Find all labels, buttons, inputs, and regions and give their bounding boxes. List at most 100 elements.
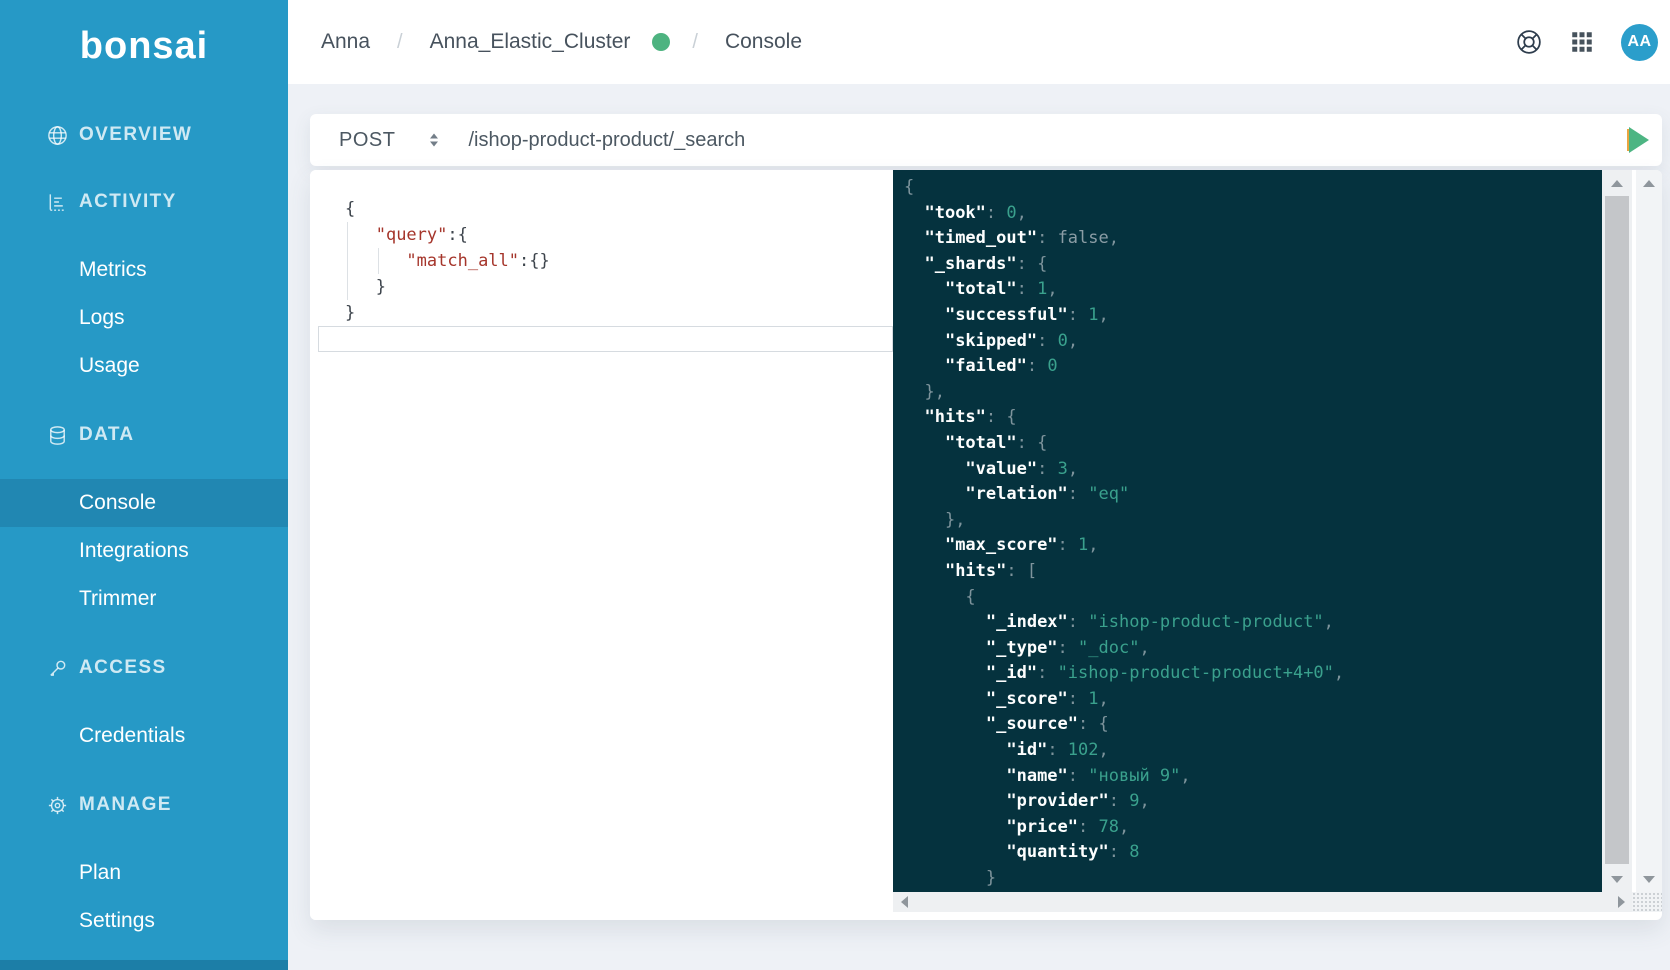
sidebar: bonsai OVERVIEW ACTIVITY MetricsLogsUsage D… bbox=[0, 0, 288, 970]
run-button[interactable] bbox=[1627, 127, 1649, 153]
scroll-left-icon[interactable] bbox=[893, 892, 915, 912]
activity-icon bbox=[45, 190, 69, 214]
scrollbar-thumb[interactable] bbox=[1605, 196, 1629, 864]
sidebar-section-overview[interactable]: OVERVIEW bbox=[0, 113, 288, 157]
sidebar-section-label: ACTIVITY bbox=[79, 191, 177, 213]
code-line: "quantity": 8 bbox=[904, 840, 1602, 866]
code-line: "query":{ bbox=[345, 222, 550, 248]
breadcrumb-page[interactable]: Console bbox=[725, 30, 802, 54]
code-line: }, bbox=[904, 508, 1602, 534]
response-horizontal-scrollbar[interactable] bbox=[893, 892, 1632, 912]
globe-icon bbox=[45, 123, 69, 147]
topbar: Anna / Anna_Elastic_Cluster / Console bbox=[288, 0, 1670, 84]
sidebar-item-console[interactable]: Console bbox=[0, 479, 288, 527]
code-line: "value": 3, bbox=[904, 457, 1602, 483]
sidebar-item-metrics[interactable]: Metrics bbox=[0, 246, 288, 294]
sidebar-section-manage[interactable]: MANAGE bbox=[0, 783, 288, 827]
response-panel: { "took": 0, "timed_out": false, "_shard… bbox=[893, 170, 1602, 892]
scroll-up-icon[interactable] bbox=[1636, 172, 1662, 194]
code-line: "name": "новый 9", bbox=[904, 764, 1602, 790]
editor-active-line[interactable] bbox=[318, 326, 893, 352]
app-logo[interactable]: bonsai bbox=[0, 0, 288, 88]
code-line: "_source": { bbox=[904, 712, 1602, 738]
code-line: "_index": "ishop-product-product", bbox=[904, 610, 1602, 636]
sidebar-section-activity[interactable]: ACTIVITY bbox=[0, 180, 288, 224]
sidebar-item-integrations[interactable]: Integrations bbox=[0, 527, 288, 575]
code-line: "total": { bbox=[904, 431, 1602, 457]
code-line: } bbox=[345, 274, 550, 300]
code-line: "_shards": { bbox=[904, 252, 1602, 278]
code-line: "match_all":{} bbox=[345, 248, 550, 274]
code-line: } bbox=[345, 300, 550, 326]
sidebar-section-access[interactable]: ACCESS bbox=[0, 646, 288, 690]
code-line: "timed_out": false, bbox=[904, 226, 1602, 252]
database-icon bbox=[45, 423, 69, 447]
sidebar-section-label: OVERVIEW bbox=[79, 124, 192, 146]
code-line: "skipped": 0, bbox=[904, 329, 1602, 355]
code-line: "took": 0, bbox=[904, 201, 1602, 227]
help-icon[interactable] bbox=[1515, 28, 1543, 56]
code-line: "hits": [ bbox=[904, 559, 1602, 585]
method-caret-icon bbox=[427, 131, 441, 149]
code-line: "_type": "_doc", bbox=[904, 636, 1602, 662]
query-editor-text[interactable]: { "query":{ "match_all":{} }} bbox=[310, 170, 550, 326]
breadcrumb-account[interactable]: Anna bbox=[321, 30, 370, 54]
request-bar: POST /ishop-product-product/_search bbox=[310, 114, 1662, 166]
key-icon bbox=[45, 656, 69, 680]
sidebar-item-logs[interactable]: Logs bbox=[0, 294, 288, 342]
topbar-actions: AA bbox=[1515, 24, 1658, 61]
code-line: "id": 102, bbox=[904, 738, 1602, 764]
code-line: }, bbox=[904, 380, 1602, 406]
code-line: "provider": 9, bbox=[904, 789, 1602, 815]
code-line: "hits": { bbox=[904, 405, 1602, 431]
code-line: "max_score": 1, bbox=[904, 533, 1602, 559]
request-path-input[interactable]: /ishop-product-product/_search bbox=[468, 129, 1627, 152]
scroll-up-icon[interactable] bbox=[1602, 172, 1632, 194]
code-line: "relation": "eq" bbox=[904, 482, 1602, 508]
sidebar-item-plan[interactable]: Plan bbox=[0, 849, 288, 897]
gear-icon bbox=[45, 793, 69, 817]
apps-grid-icon[interactable] bbox=[1569, 29, 1595, 55]
scroll-down-icon[interactable] bbox=[1636, 868, 1662, 890]
sidebar-item-trimmer[interactable]: Trimmer bbox=[0, 575, 288, 623]
resize-gripper-icon bbox=[1632, 892, 1662, 912]
code-line: "_id": "ishop-product-product+4+0", bbox=[904, 661, 1602, 687]
response-vertical-scrollbar[interactable] bbox=[1602, 170, 1632, 892]
code-line: } bbox=[904, 866, 1602, 892]
sidebar-section-data[interactable]: DATA bbox=[0, 413, 288, 457]
response-json: { "took": 0, "timed_out": false, "_shard… bbox=[893, 170, 1602, 892]
sidebar-item-credentials[interactable]: Credentials bbox=[0, 712, 288, 760]
code-line: { bbox=[345, 196, 550, 222]
play-icon bbox=[1629, 127, 1649, 153]
sidebar-section-label: MANAGE bbox=[79, 794, 172, 816]
sidebar-item-settings[interactable]: Settings bbox=[0, 897, 288, 945]
sidebar-section-label: ACCESS bbox=[79, 657, 167, 679]
indent-guide bbox=[347, 222, 348, 300]
app-root: bonsai OVERVIEW ACTIVITY MetricsLogsUsage D… bbox=[0, 0, 1670, 970]
sidebar-bottom-strip bbox=[0, 960, 288, 970]
breadcrumb: Anna / Anna_Elastic_Cluster / Console bbox=[321, 30, 802, 54]
scroll-right-icon[interactable] bbox=[1610, 892, 1632, 912]
method-select[interactable]: POST bbox=[339, 129, 395, 152]
cluster-status-dot bbox=[652, 33, 670, 51]
code-line: "successful": 1, bbox=[904, 303, 1602, 329]
page-vertical-scrollbar[interactable] bbox=[1636, 170, 1662, 892]
sidebar-section-label: DATA bbox=[79, 424, 135, 446]
avatar[interactable]: AA bbox=[1621, 24, 1658, 61]
sidebar-item-usage[interactable]: Usage bbox=[0, 342, 288, 390]
code-line: { bbox=[904, 175, 1602, 201]
main-content: POST /ishop-product-product/_search { "q… bbox=[288, 84, 1670, 970]
query-editor[interactable]: { "query":{ "match_all":{} }} bbox=[310, 170, 893, 920]
indent-guide bbox=[378, 248, 379, 274]
code-line: "failed": 0 bbox=[904, 354, 1602, 380]
breadcrumb-separator: / bbox=[397, 31, 403, 54]
breadcrumb-cluster[interactable]: Anna_Elastic_Cluster bbox=[430, 30, 631, 54]
console-card: { "query":{ "match_all":{} }} { "took": … bbox=[310, 170, 1662, 920]
code-line: "price": 78, bbox=[904, 815, 1602, 841]
code-line: { bbox=[904, 585, 1602, 611]
breadcrumb-separator: / bbox=[692, 31, 698, 54]
code-line: "_score": 1, bbox=[904, 687, 1602, 713]
sidebar-nav: OVERVIEW ACTIVITY MetricsLogsUsage DATA Cons… bbox=[0, 113, 288, 945]
scroll-down-icon[interactable] bbox=[1602, 868, 1632, 890]
code-line: "total": 1, bbox=[904, 277, 1602, 303]
